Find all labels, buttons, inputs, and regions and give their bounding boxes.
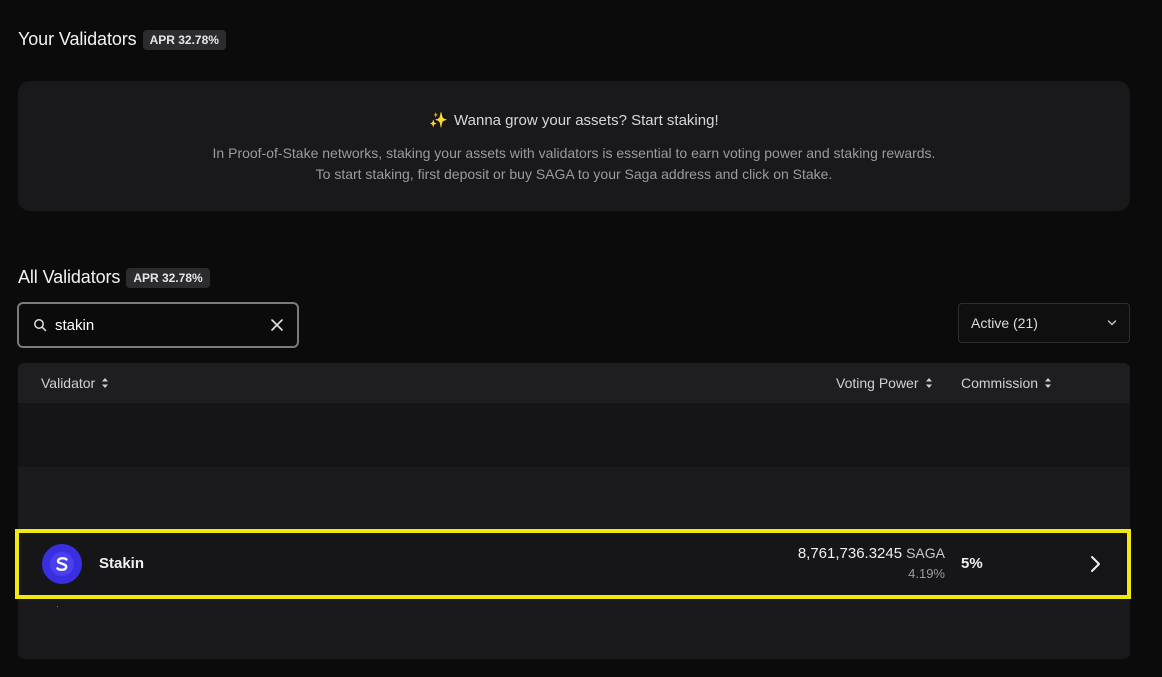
sort-validator-button[interactable]: Validator bbox=[41, 363, 109, 403]
apr-badge: APR 32.78% bbox=[142, 29, 226, 50]
search-icon bbox=[34, 319, 47, 332]
table-row-empty bbox=[18, 403, 1130, 467]
empty-state-description: In Proof-of-Stake networks, staking your… bbox=[18, 143, 1130, 185]
column-header-commission: Commission bbox=[961, 375, 1039, 391]
staking-empty-state: ✨ Wanna grow your assets? Start staking! … bbox=[18, 81, 1130, 211]
empty-state-headline: ✨ Wanna grow your assets? Start staking! bbox=[18, 111, 1130, 129]
voting-power-cell: 8,761,736.3245 SAGA 4.19% bbox=[798, 545, 945, 581]
table-row-empty bbox=[18, 467, 1130, 531]
voting-power-amount: 8,761,736.3245 bbox=[797, 545, 903, 562]
validator-row-stakin[interactable]: Stakin 8,761,736.3245 SAGA 4.19% 5% bbox=[15, 529, 1131, 599]
sort-icon bbox=[102, 378, 109, 388]
your-validators-header: Your Validators APR 32.78% bbox=[18, 29, 226, 50]
commission-value: 5% bbox=[961, 555, 983, 572]
sort-commission-button[interactable]: Commission bbox=[961, 363, 1052, 403]
chevron-down-icon bbox=[1107, 320, 1117, 326]
sort-voting-power-button[interactable]: Voting Power bbox=[836, 363, 933, 403]
apr-badge: APR 32.78% bbox=[126, 267, 210, 288]
empty-state-headline-text: Wanna grow your assets? Start staking! bbox=[454, 112, 719, 129]
validator-name: Stakin bbox=[99, 555, 145, 572]
empty-state-line: To start staking, first deposit or buy S… bbox=[315, 166, 833, 182]
all-validators-title: All Validators bbox=[18, 267, 121, 287]
all-validators-header: All Validators APR 32.78% bbox=[18, 267, 210, 288]
validator-search[interactable] bbox=[17, 302, 299, 348]
your-validators-title: Your Validators bbox=[18, 29, 137, 49]
status-filter-select[interactable]: Active (21) bbox=[958, 303, 1130, 343]
sort-icon bbox=[1045, 378, 1052, 388]
sparkles-icon: ✨ bbox=[429, 112, 449, 129]
empty-state-line: In Proof-of-Stake networks, staking your… bbox=[212, 145, 936, 161]
divider bbox=[57, 606, 58, 607]
chevron-right-icon[interactable] bbox=[1087, 554, 1103, 574]
validator-avatar bbox=[42, 544, 82, 584]
saga-logo-icon bbox=[50, 552, 74, 576]
search-input[interactable] bbox=[55, 316, 269, 334]
validators-table: Validator Voting Power Commission bbox=[18, 363, 1130, 659]
column-header-validator: Validator bbox=[41, 375, 96, 391]
column-header-voting-power: Voting Power bbox=[836, 375, 919, 391]
voting-power-percent: 4.19% bbox=[908, 566, 945, 581]
status-filter-value: Active (21) bbox=[971, 315, 1038, 331]
close-icon[interactable] bbox=[269, 317, 285, 333]
voting-power-unit: SAGA bbox=[906, 545, 945, 561]
sort-icon bbox=[925, 378, 932, 388]
table-header: Validator Voting Power Commission bbox=[18, 363, 1130, 403]
